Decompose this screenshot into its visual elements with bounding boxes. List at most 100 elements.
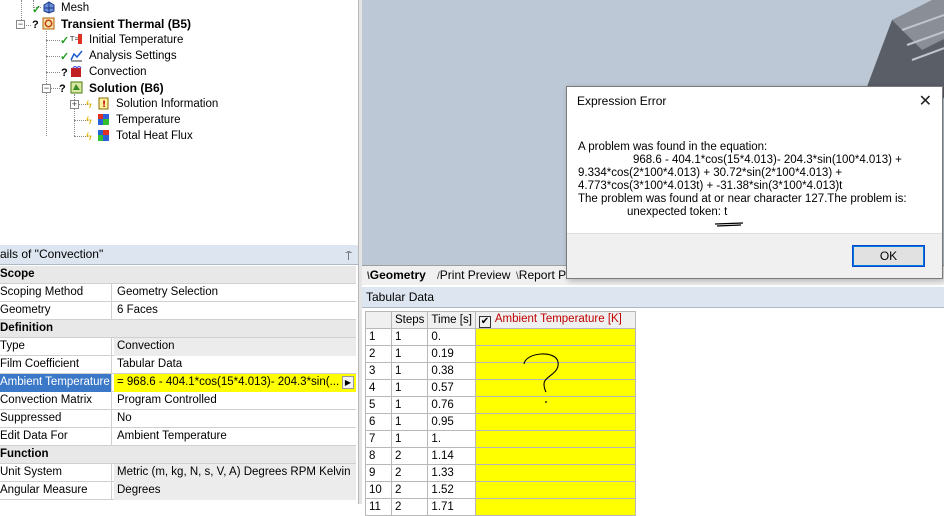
detail-value[interactable]: Tabular Data xyxy=(114,356,356,374)
detail-key: Convection Matrix xyxy=(0,392,112,410)
tree-item-solution[interactable]: − ? Solution (B6) xyxy=(0,80,260,96)
mesh-icon xyxy=(43,1,55,14)
time-cell[interactable]: 0.57 xyxy=(427,379,476,397)
detail-row-convection-matrix[interactable]: Convection Matrix Program Controlled xyxy=(0,392,356,410)
table-row[interactable]: 5 1 0.76 xyxy=(365,396,636,414)
ambient-temperature-cell[interactable] xyxy=(474,430,636,448)
detail-row-type[interactable]: Type Convection xyxy=(0,338,356,356)
analysis-settings-icon xyxy=(70,50,83,62)
time-cell[interactable]: 1.71 xyxy=(427,498,476,516)
scribble-underline xyxy=(714,222,744,227)
steps-cell[interactable]: 2 xyxy=(390,498,429,516)
table-row[interactable]: 9 2 1.33 xyxy=(365,464,636,482)
time-cell[interactable]: 0.19 xyxy=(427,345,476,363)
tree-item-analysis-settings[interactable]: ✓ Analysis Settings xyxy=(0,48,260,64)
temperature-result-icon xyxy=(98,114,109,125)
detail-row-geometry[interactable]: Geometry 6 Faces xyxy=(0,302,356,320)
steps-cell[interactable]: 1 xyxy=(390,362,429,380)
tabular-data-grid[interactable]: Steps Time [s] ✔ Ambient Temperature [K] … xyxy=(365,311,636,516)
table-row[interactable]: 11 2 1.71 xyxy=(365,498,636,516)
steps-cell[interactable]: 1 xyxy=(390,379,429,397)
ambient-temperature-cell[interactable] xyxy=(474,413,636,431)
steps-cell[interactable]: 2 xyxy=(390,464,429,482)
tabular-data-panel: Tabular Data Steps Time [s] ✔ Ambient Tem… xyxy=(362,287,944,516)
ok-button[interactable]: OK xyxy=(852,245,925,267)
pin-icon[interactable]: ⍑ xyxy=(345,248,352,267)
time-cell[interactable]: 0.38 xyxy=(427,362,476,380)
tab-geometry[interactable]: \Geometry xyxy=(364,267,429,284)
detail-row-film-coefficient[interactable]: Film Coefficient Tabular Data xyxy=(0,356,356,374)
ambient-temperature-cell[interactable] xyxy=(474,447,636,465)
table-row[interactable]: 7 1 1. xyxy=(365,430,636,448)
table-row[interactable]: 3 1 0.38 xyxy=(365,362,636,380)
ambient-temperature-cell[interactable] xyxy=(474,328,636,346)
tree-item-transient-thermal[interactable]: − ? Transient Thermal (B5) xyxy=(0,16,260,32)
detail-value[interactable]: Program Controlled xyxy=(114,392,356,410)
tree-item-label: Mesh xyxy=(61,2,90,14)
detail-row-edit-data-for[interactable]: Edit Data For Ambient Temperature xyxy=(0,428,356,446)
detail-key: Unit System xyxy=(0,464,112,482)
detail-row-unit-system[interactable]: Unit System Metric (m, kg, N, s, V, A) D… xyxy=(0,464,356,482)
detail-row-angular-measure[interactable]: Angular Measure Degrees xyxy=(0,482,356,500)
close-icon[interactable]: ✕ xyxy=(919,91,932,111)
collapse-icon[interactable]: − xyxy=(16,20,25,29)
steps-cell[interactable]: 2 xyxy=(390,447,429,465)
detail-value[interactable]: 6 Faces xyxy=(114,302,356,320)
time-cell[interactable]: 0.95 xyxy=(427,413,476,431)
tab-report-preview[interactable]: \Report P xyxy=(513,267,569,284)
dialog-message-line: The problem was found at or near charact… xyxy=(578,193,907,205)
detail-value: Metric (m, kg, N, s, V, A) Degrees RPM K… xyxy=(114,464,356,482)
steps-cell[interactable]: 1 xyxy=(390,345,429,363)
steps-cell[interactable]: 1 xyxy=(390,413,429,431)
time-cell[interactable]: 0. xyxy=(427,328,476,346)
detail-value[interactable]: Ambient Temperature xyxy=(114,428,356,446)
ambient-temperature-header[interactable]: ✔ Ambient Temperature [K] xyxy=(474,311,636,329)
tree-item-initial-temperature[interactable]: ✓ T= Initial Temperature xyxy=(0,32,260,48)
steps-cell[interactable]: 1 xyxy=(390,328,429,346)
checkbox-checked-icon[interactable]: ✔ xyxy=(478,315,491,328)
expand-icon[interactable]: + xyxy=(70,100,79,109)
section-scope[interactable]: Scope xyxy=(0,266,356,284)
tree-item-label: Initial Temperature xyxy=(89,34,184,46)
ambient-temperature-expression[interactable]: = 968.6 - 404.1*cos(15*4.013)- 204.3*sin… xyxy=(114,374,356,392)
time-cell[interactable]: 1.52 xyxy=(427,481,476,499)
tree-item-temperature[interactable]: ϟ Temperature xyxy=(0,112,260,128)
collapse-icon[interactable]: − xyxy=(42,84,51,93)
ambient-temperature-cell[interactable] xyxy=(474,498,636,516)
row-number: 8 xyxy=(365,447,392,465)
table-row[interactable]: 1 1 0. xyxy=(365,328,636,346)
detail-value[interactable]: No xyxy=(114,410,356,428)
ambient-temperature-cell[interactable] xyxy=(474,481,636,499)
tree-item-total-heat-flux[interactable]: ϟ Total Heat Flux xyxy=(0,128,260,144)
detail-row-ambient-temperature[interactable]: Ambient Temperature = 968.6 - 404.1*cos(… xyxy=(0,374,356,392)
steps-cell[interactable]: 2 xyxy=(390,481,429,499)
time-cell[interactable]: 1.33 xyxy=(427,464,476,482)
tree-item-convection[interactable]: ? Convection xyxy=(0,64,260,80)
time-cell[interactable]: 1. xyxy=(427,430,476,448)
tree-item-mesh[interactable]: ✓ Mesh xyxy=(0,0,200,16)
detail-row-suppressed[interactable]: Suppressed No xyxy=(0,410,356,428)
table-row[interactable]: 10 2 1.52 xyxy=(365,481,636,499)
table-row[interactable]: 2 1 0.19 xyxy=(365,345,636,363)
expand-arrow-icon[interactable]: ▶ xyxy=(342,376,354,389)
detail-value[interactable]: Geometry Selection xyxy=(114,284,356,302)
time-cell[interactable]: 1.14 xyxy=(427,447,476,465)
steps-header[interactable]: Steps xyxy=(390,311,429,329)
table-row[interactable]: 6 1 0.95 xyxy=(365,413,636,431)
steps-cell[interactable]: 1 xyxy=(390,430,429,448)
table-row[interactable]: 8 2 1.14 xyxy=(365,447,636,465)
tree-item-solution-information[interactable]: + ϟ ! Solution Information xyxy=(0,96,260,112)
row-number: 6 xyxy=(365,413,392,431)
time-header[interactable]: Time [s] xyxy=(427,311,476,329)
section-label: Function xyxy=(0,448,49,460)
steps-cell[interactable]: 1 xyxy=(390,396,429,414)
ambient-temperature-cell[interactable] xyxy=(474,464,636,482)
time-cell[interactable]: 0.76 xyxy=(427,396,476,414)
section-function[interactable]: Function xyxy=(0,446,356,464)
dialog-message-line: 4.773*cos(3*100*4.013t) + -31.38*sin(3*1… xyxy=(578,180,843,192)
section-definition[interactable]: Definition xyxy=(0,320,356,338)
detail-row-scoping-method[interactable]: Scoping Method Geometry Selection xyxy=(0,284,356,302)
table-row[interactable]: 4 1 0.57 xyxy=(365,379,636,397)
initial-temperature-icon: T= xyxy=(70,34,82,44)
tab-print-preview[interactable]: /Print Preview xyxy=(434,267,513,284)
